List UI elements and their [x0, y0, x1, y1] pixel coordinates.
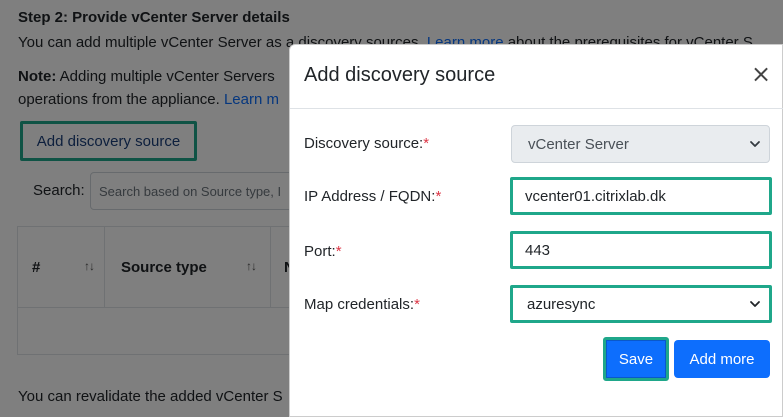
map-credentials-select[interactable]: azuresync [510, 285, 772, 323]
ip-address-input[interactable]: vcenter01.citrixlab.dk [510, 177, 772, 215]
discovery-source-label: Discovery source:* [304, 135, 429, 152]
add-more-button[interactable]: Add more [674, 340, 770, 378]
port-value: 443 [525, 241, 551, 259]
ip-address-label-text: IP Address / FQDN: [304, 188, 436, 205]
map-credentials-label: Map credentials:* [304, 296, 420, 313]
required-mark: * [414, 296, 420, 313]
modal-header: Add discovery source × [290, 45, 783, 109]
map-credentials-value: azuresync [527, 295, 596, 313]
port-label-text: Port: [304, 243, 336, 260]
save-button[interactable]: Save [603, 337, 669, 381]
chevron-down-icon [750, 301, 760, 307]
ip-address-value: vcenter01.citrixlab.dk [525, 187, 666, 205]
map-credentials-label-text: Map credentials: [304, 296, 415, 313]
required-mark: * [423, 135, 430, 152]
required-mark: * [435, 188, 442, 205]
required-mark: * [335, 243, 342, 260]
discovery-source-value: vCenter Server [528, 135, 629, 153]
add-discovery-source-dialog: Add discovery source × Discovery source:… [289, 44, 783, 417]
chevron-down-icon [750, 141, 760, 147]
port-input[interactable]: 443 [510, 231, 772, 269]
port-label: Port:* [304, 243, 342, 260]
discovery-source-select: vCenter Server [511, 125, 770, 163]
modal-title: Add discovery source [304, 64, 496, 86]
app-root: Step 2: Provide vCenter Server details Y… [0, 0, 783, 417]
discovery-source-label-text: Discovery source: [304, 135, 424, 152]
close-icon[interactable]: × [750, 61, 772, 87]
ip-address-label: IP Address / FQDN:* [304, 188, 441, 205]
